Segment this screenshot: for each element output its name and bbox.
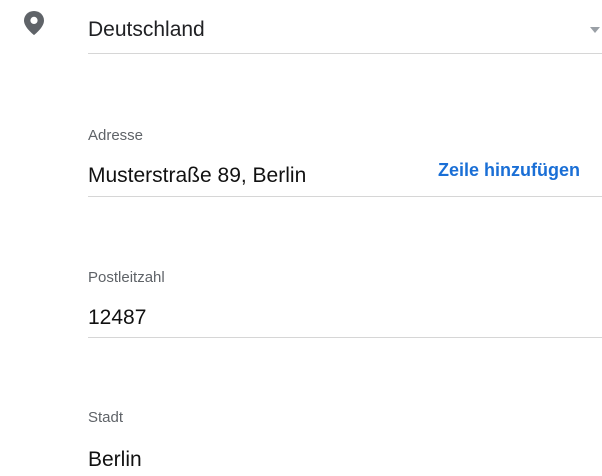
postal-code-input[interactable]: 12487	[88, 306, 146, 330]
add-line-link[interactable]: Zeile hinzufügen	[438, 160, 580, 181]
dropdown-caret-icon	[590, 27, 600, 33]
city-label: Stadt	[88, 409, 124, 426]
address-underline	[88, 196, 602, 197]
postal-code-label: Postleitzahl	[88, 269, 165, 286]
address-label: Adresse	[88, 127, 144, 144]
location-pin-icon	[22, 10, 46, 36]
city-input[interactable]: Berlin	[88, 448, 142, 472]
country-select[interactable]: Deutschland	[88, 0, 602, 54]
address-input[interactable]: Musterstraße 89, Berlin	[88, 164, 306, 188]
country-select-value: Deutschland	[88, 18, 205, 41]
postal-code-underline	[88, 337, 602, 338]
